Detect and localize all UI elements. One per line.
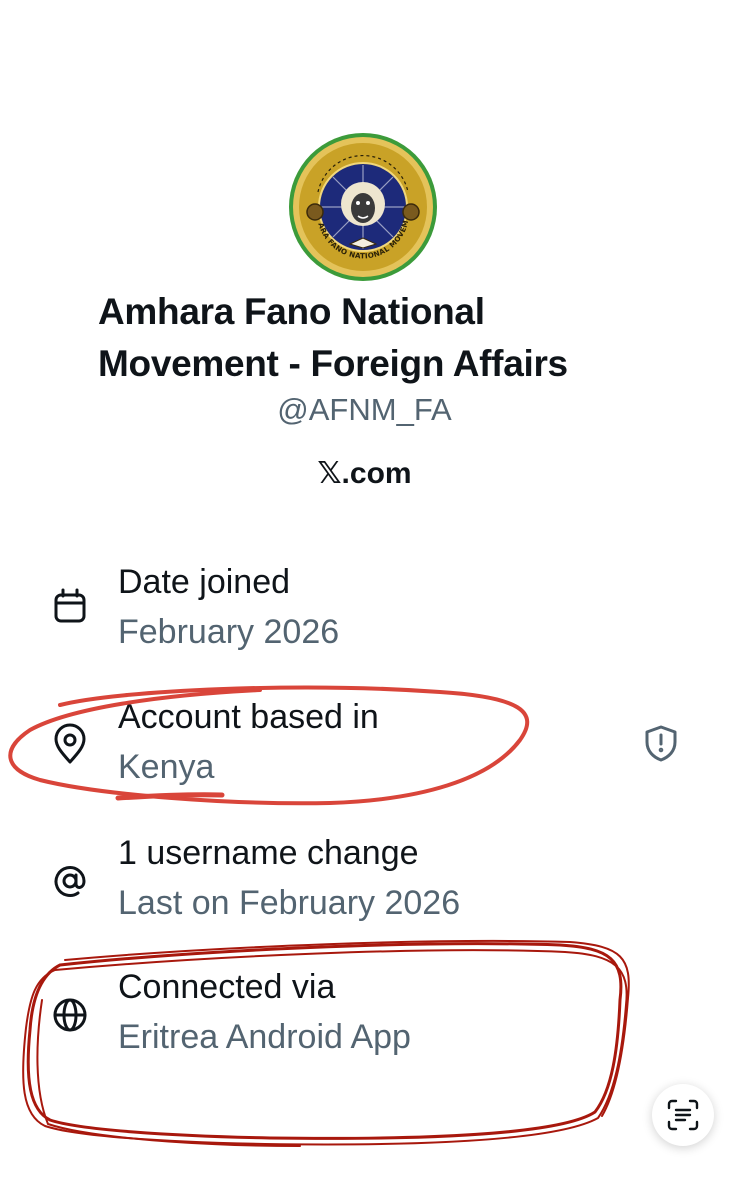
date-joined-value: February 2026	[118, 613, 340, 651]
calendar-icon	[48, 584, 92, 628]
account-based-in-title: Account based in	[118, 698, 379, 736]
profile-avatar[interactable]: AMHARA FANO NATIONAL MOVEMENT	[284, 125, 438, 282]
at-sign-icon	[48, 859, 92, 903]
profile-handle[interactable]: @AFNM_FA	[0, 392, 729, 428]
scan-text-icon	[667, 1099, 699, 1131]
info-row-username-change: 1 username change Last on February 2026	[0, 831, 729, 941]
globe-icon	[48, 993, 92, 1037]
scan-text-button[interactable]	[652, 1084, 714, 1146]
info-row-connected-via: Connected via Eritrea Android App	[0, 965, 729, 1075]
shield-alert-icon[interactable]	[641, 723, 681, 763]
movement-logo: AMHARA FANO NATIONAL MOVEMENT	[284, 125, 437, 281]
location-pin-icon	[48, 723, 92, 767]
username-change-value: Last on February 2026	[118, 884, 461, 922]
info-row-account-based-in: Account based in Kenya	[0, 695, 729, 805]
date-joined-title: Date joined	[118, 563, 291, 601]
profile-display-name: Amhara Fano National Movement - Foreign …	[98, 291, 568, 384]
connected-via-value: Eritrea Android App	[118, 1018, 411, 1056]
info-row-date-joined: Date joined February 2026	[0, 560, 729, 670]
connected-via-title: Connected via	[118, 968, 336, 1006]
account-based-in-value: Kenya	[118, 748, 215, 786]
source-label: 𝕏.com	[317, 457, 412, 490]
username-change-title: 1 username change	[118, 834, 419, 872]
